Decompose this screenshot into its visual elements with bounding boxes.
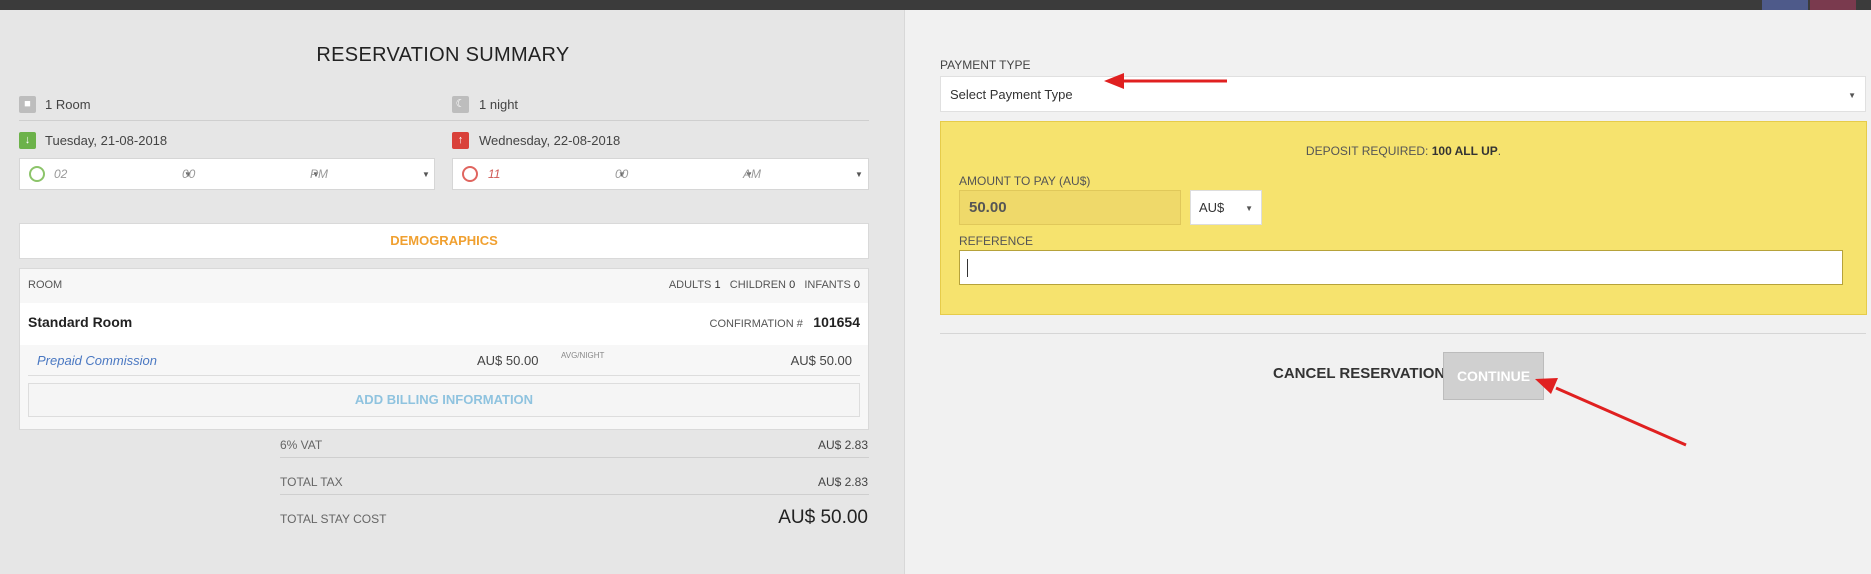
arrow-to-continue <box>1535 378 1687 447</box>
arrow-to-payment-type <box>1104 73 1227 89</box>
annotation-arrows <box>1104 73 1687 447</box>
